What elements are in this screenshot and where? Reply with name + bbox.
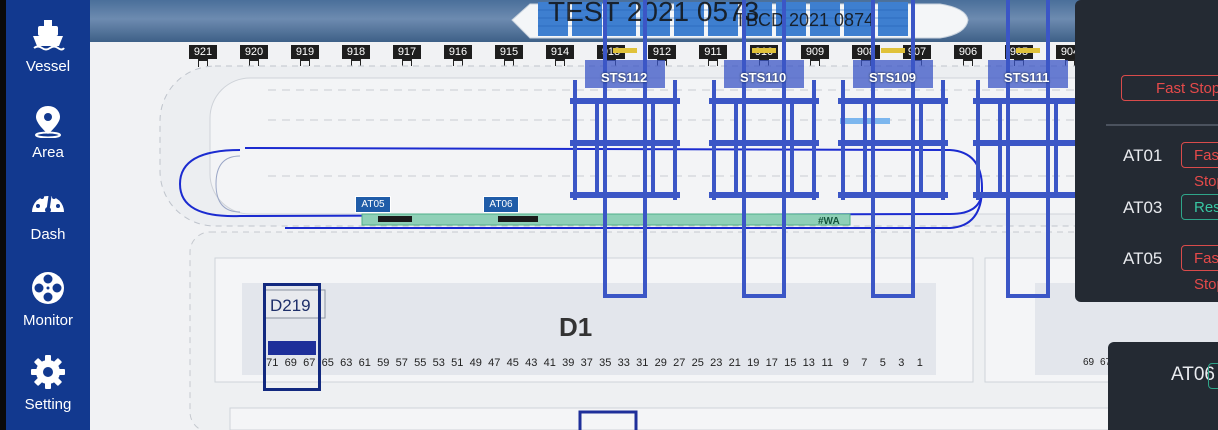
row-number: 13 <box>802 357 815 369</box>
agv-row-label: AT03 <box>1123 198 1163 217</box>
gear-icon <box>31 355 65 389</box>
crane-sts112[interactable] <box>570 0 680 298</box>
sidebar-item-dash[interactable]: Dash <box>6 188 90 243</box>
sidebar-item-label: Area <box>32 144 64 161</box>
sub-block-d219[interactable]: D219 <box>263 283 321 391</box>
row-number: 27 <box>673 357 686 369</box>
agv-row-label: AT05 <box>1123 249 1163 268</box>
sidebar-item-vessel[interactable]: Vessel <box>6 18 90 75</box>
row-number: 65 <box>321 357 334 369</box>
row-numbers: 71 69 67 65 63 61 59 57 55 53 51 49 47 45 43 41 39 37 35 33… <box>263 357 929 369</box>
monitor-reel-icon <box>32 272 64 304</box>
crane-sts111[interactable] <box>973 0 1083 298</box>
fast-stop-at01-button[interactable]: Fast Stop <box>1181 142 1218 190</box>
sidebar-item-label: Vessel <box>25 58 71 75</box>
row-number: 57 <box>395 357 408 369</box>
row-number: 19 <box>747 357 760 369</box>
block-name-d1[interactable]: D1 <box>559 312 592 343</box>
row-number: 33 <box>617 357 630 369</box>
crane-label: STS110 <box>740 70 787 85</box>
sidebar-item-monitor[interactable]: Monitor <box>6 270 90 329</box>
sidebar-item-label: Monitor <box>22 312 74 329</box>
map-pin-icon <box>35 106 61 138</box>
row-number: 37 <box>580 357 593 369</box>
panel-divider <box>1106 124 1218 126</box>
row-number: 31 <box>636 357 649 369</box>
row-number: 67 <box>303 357 316 369</box>
agv-row-label: AT01 <box>1123 146 1163 165</box>
agv-tag-at05[interactable]: AT05 <box>355 196 391 213</box>
fast-stop-all-button[interactable]: Fast Stop <box>1121 75 1218 101</box>
row-number: 39 <box>562 357 575 369</box>
agv-tag-at06[interactable]: AT06 <box>483 196 519 213</box>
sidebar-item-area[interactable]: Area <box>6 104 90 161</box>
row-number: 21 <box>728 357 741 369</box>
row-number: 43 <box>525 357 538 369</box>
crane-label: STS111 <box>1004 70 1050 85</box>
row-number: 63 <box>340 357 353 369</box>
agv-detail-status-button[interactable] <box>1208 363 1218 389</box>
crane-sts110[interactable] <box>709 0 819 298</box>
sidebar-item-setting[interactable]: Setting <box>6 354 90 413</box>
sub-block-label: D219 <box>270 296 311 315</box>
row-number: 29 <box>654 357 667 369</box>
row-number: 35 <box>599 357 612 369</box>
row-number: 11 <box>821 357 833 369</box>
row-number: 53 <box>432 357 445 369</box>
row-number: 69 <box>1082 357 1095 368</box>
agv-detail-panel: AT06 <box>1108 342 1218 430</box>
row-number: 9 <box>842 357 849 369</box>
row-number: 59 <box>377 357 390 369</box>
row-number: 15 <box>784 357 797 369</box>
row-number: 17 <box>765 357 778 369</box>
terminal-map[interactable]: TEST 2021 0573 TBCD 2021 0874 921 920 919 9… <box>90 0 1218 430</box>
row-number: 51 <box>451 357 464 369</box>
lane-label: #WA <box>818 216 840 227</box>
row-number: 23 <box>710 357 723 369</box>
sidebar-item-label: Setting <box>24 396 72 413</box>
row-number: 41 <box>543 357 556 369</box>
row-number: 49 <box>469 357 482 369</box>
row-number: 5 <box>879 357 886 369</box>
fast-stop-at05-button[interactable]: Fast Stop <box>1181 245 1218 293</box>
row-number: 25 <box>691 357 704 369</box>
row-number: 55 <box>414 357 427 369</box>
dashboard-gauge-icon <box>32 195 64 213</box>
resume-at03-button[interactable]: Resume <box>1181 194 1218 220</box>
ship-icon <box>33 20 65 51</box>
crane-label: STS109 <box>869 70 916 85</box>
row-number: 61 <box>358 357 371 369</box>
crane-label: STS112 <box>601 70 648 85</box>
row-number: 1 <box>916 357 923 369</box>
row-number: 3 <box>898 357 905 369</box>
agv-control-panel: Fast Stop AT01 Fast Stop AT03 Resume AT0… <box>1075 0 1218 302</box>
row-number: 7 <box>861 357 868 369</box>
row-number: 71 <box>266 357 279 369</box>
sidebar-item-label: Dash <box>30 226 66 243</box>
row-number: 69 <box>284 357 297 369</box>
row-number: 47 <box>488 357 501 369</box>
row-number: 45 <box>506 357 519 369</box>
crane-sts109[interactable] <box>838 0 948 298</box>
